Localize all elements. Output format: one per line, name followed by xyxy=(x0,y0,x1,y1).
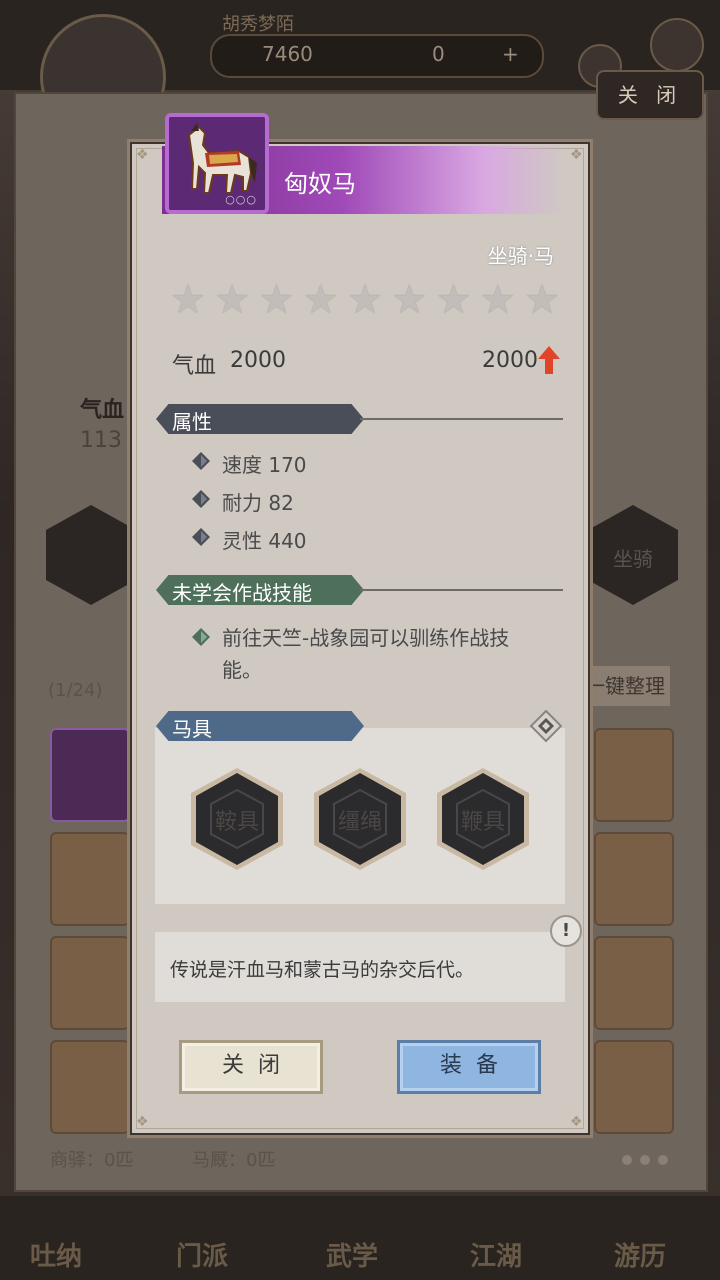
divider xyxy=(360,589,563,591)
inventory-slot[interactable] xyxy=(50,936,130,1030)
skills-header: 未学会作战技能 xyxy=(156,575,364,605)
equip-button[interactable]: 装备 xyxy=(397,1040,541,1094)
silver-value: 7460 xyxy=(262,42,313,66)
diamond-bullet-icon xyxy=(192,628,210,646)
star-icon: ★ xyxy=(347,277,383,323)
skills-title: 未学会作战技能 xyxy=(172,581,312,605)
mount-slot-label: 坐骑 xyxy=(613,547,653,571)
nav-martial[interactable]: 武学 xyxy=(326,1236,378,1273)
inventory-slot[interactable] xyxy=(50,1040,130,1134)
inventory-slot[interactable] xyxy=(50,832,130,926)
close-button[interactable]: 关闭 xyxy=(179,1040,323,1094)
corner-ornament-icon: ❖ xyxy=(136,147,149,163)
stable-count-2: 马厩：0匹 xyxy=(192,1150,276,1171)
star-icon: ★ xyxy=(435,277,472,323)
divider xyxy=(360,418,563,420)
star-icon: ★ xyxy=(302,277,339,323)
gear-slot-label: 鞭具 xyxy=(460,810,505,835)
diamond-bullet-icon xyxy=(192,452,210,470)
star-icon: ★ xyxy=(170,277,206,323)
gear-slot-whip[interactable]: 鞭具 xyxy=(435,766,531,872)
star-icon: ★ xyxy=(391,277,428,323)
nav-tunа[interactable]: 吐纳 xyxy=(30,1236,82,1273)
horse-icon: ○○○ xyxy=(165,113,269,214)
corner-ornament-icon: ❖ xyxy=(570,1114,583,1130)
gear-set-icon[interactable] xyxy=(530,710,562,742)
star-icon: ★ xyxy=(258,277,295,323)
sort-button[interactable]: 一键整理 xyxy=(580,666,670,706)
corner-ornament-icon: ❖ xyxy=(136,1114,149,1130)
skills-hint: 前往天竺-战象园可以驯练作战技能。 xyxy=(222,626,510,682)
star-icon: ★ xyxy=(479,277,516,323)
star-rating: ★ ★ ★ ★ ★ ★ ★ ★ ★ xyxy=(170,280,560,320)
nav-sect[interactable]: 门派 xyxy=(176,1236,228,1273)
hp-value: 2000 xyxy=(230,348,286,373)
gear-slot-reins[interactable]: 缰绳 xyxy=(312,766,408,872)
info-icon[interactable]: ! xyxy=(550,915,582,947)
attribute-spirit: 灵性 440 xyxy=(222,529,307,553)
inventory-slot[interactable] xyxy=(594,1040,674,1134)
inventory-count: (1/24) xyxy=(48,680,103,701)
gear-slot-label: 缰绳 xyxy=(337,810,382,835)
hp-label: 气血 xyxy=(172,354,217,379)
rarity-dots: ○○○ xyxy=(225,193,257,206)
gear-icon[interactable] xyxy=(650,18,704,72)
attribute-stamina: 耐力 82 xyxy=(222,491,294,515)
item-description: 传说是汗血马和蒙古马的杂交后代。 xyxy=(170,959,475,981)
background-stat-label: 气血 xyxy=(80,398,125,423)
diamond-bullet-icon xyxy=(192,528,210,546)
page-indicator xyxy=(622,1150,676,1169)
stable-count: 商驿：0匹 xyxy=(50,1150,134,1171)
attributes-header: 属性 xyxy=(156,404,364,434)
attributes-title: 属性 xyxy=(172,410,212,434)
inventory-slot[interactable] xyxy=(594,728,674,822)
resource-bar: 7460 0 + xyxy=(210,34,544,78)
background-close-button[interactable]: 关 闭 xyxy=(596,70,704,120)
attribute-speed: 速度 170 xyxy=(222,453,307,477)
star-icon: ★ xyxy=(214,277,251,323)
inventory-slot[interactable] xyxy=(594,936,674,1030)
gear-title: 马具 xyxy=(172,717,212,741)
diamond-bullet-icon xyxy=(192,490,210,508)
nav-travel[interactable]: 游历 xyxy=(614,1236,666,1273)
resource-title: 胡秀梦陌 xyxy=(222,14,294,35)
gear-slot-label: 鞍具 xyxy=(214,810,259,835)
inventory-slot[interactable] xyxy=(594,832,674,926)
jade-value: 0 xyxy=(432,42,445,66)
add-resource-button[interactable]: + xyxy=(502,42,519,66)
hp-compare-value: 2000 xyxy=(482,348,538,373)
item-type: 坐骑·马 xyxy=(487,244,554,268)
inventory-slot[interactable] xyxy=(50,728,130,822)
corner-ornament-icon: ❖ xyxy=(570,147,583,163)
item-name: 匈奴马 xyxy=(284,170,356,198)
nav-jianghu[interactable]: 江湖 xyxy=(470,1236,522,1273)
star-icon: ★ xyxy=(524,277,560,323)
up-arrow-icon xyxy=(538,346,560,374)
background-stat-value: 113 xyxy=(80,428,122,453)
gear-header: 马具 xyxy=(156,711,364,741)
gear-slot-saddle[interactable]: 鞍具 xyxy=(189,766,285,872)
